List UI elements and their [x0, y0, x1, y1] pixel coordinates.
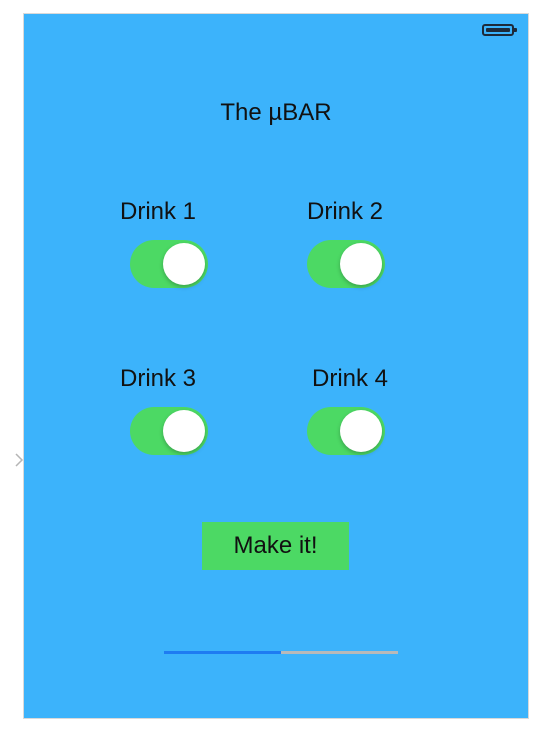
drink-3-label: Drink 3: [120, 365, 197, 392]
app-title: The µBAR: [220, 99, 332, 126]
toggle-knob: [340, 410, 382, 452]
drink-2-label: Drink 2: [307, 198, 384, 225]
toggle-knob: [163, 410, 205, 452]
drink-2-toggle[interactable]: [307, 240, 385, 288]
drink-1-label: Drink 1: [120, 198, 197, 225]
battery-icon: [482, 24, 517, 36]
toggle-knob: [163, 243, 205, 285]
drink-1-toggle[interactable]: [130, 240, 208, 288]
toggle-knob: [340, 243, 382, 285]
drink-4-toggle[interactable]: [307, 407, 385, 455]
progress-bar: [164, 651, 398, 654]
chevron-right-icon: [15, 453, 24, 467]
make-it-button[interactable]: Make it!: [202, 522, 349, 570]
battery-fill: [486, 28, 510, 32]
device-screen: The µBAR Drink 1 Drink 2 Drink 3 Drink 4…: [24, 14, 528, 718]
progress-fill: [164, 651, 281, 654]
drink-4-label: Drink 4: [312, 365, 389, 392]
canvas: The µBAR Drink 1 Drink 2 Drink 3 Drink 4…: [0, 0, 548, 742]
drink-3-toggle[interactable]: [130, 407, 208, 455]
